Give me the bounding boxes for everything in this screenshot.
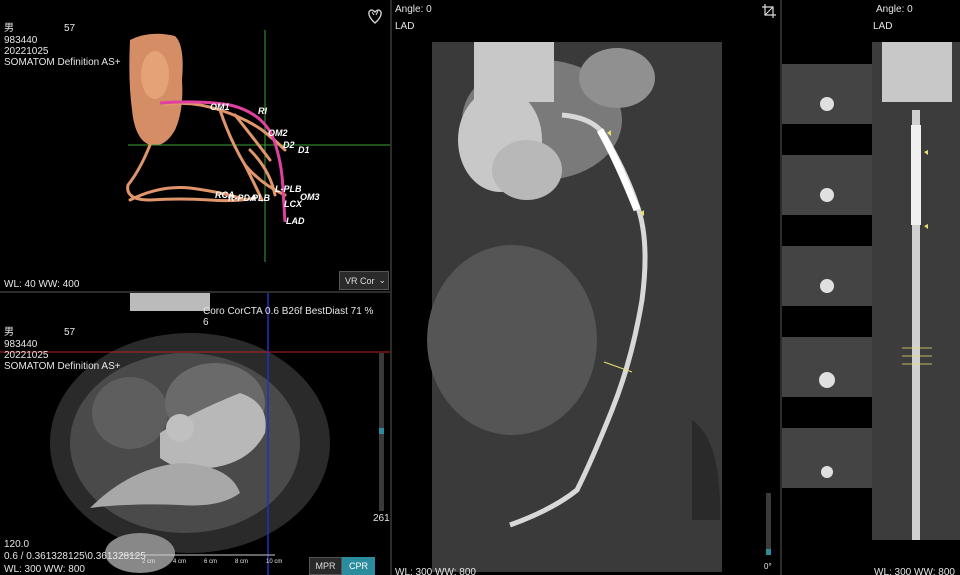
patient-id: 983440 [4, 339, 38, 350]
chevron-down-icon: ⌄ [378, 275, 387, 285]
rotation-slider[interactable] [766, 493, 771, 555]
cpr-button[interactable]: CPR [342, 557, 375, 575]
vr-mode-dropdown[interactable]: VR Cor ⌄ [339, 271, 389, 290]
patient-id: 983440 [4, 35, 38, 46]
window-level: WL: 40 WW: 400 [4, 279, 80, 290]
patient-sex: 男 [4, 23, 14, 34]
vr-viewport[interactable]: OM1 RI OM2 D2 D1 RCA R-PDA PLB L-PLB OM3… [0, 0, 390, 291]
vr-mode-label: VR Cor [345, 275, 375, 286]
angle-readout: Angle: 0 [395, 4, 432, 15]
scale-mark: 6 cm [204, 559, 218, 565]
vessel-name: LAD [395, 21, 415, 32]
crop-icon[interactable] [762, 4, 776, 18]
slider-value: 0° [764, 562, 772, 571]
label-plb-r: PLB [252, 193, 271, 203]
cross-section-strip [782, 42, 960, 540]
label-ri: RI [258, 106, 267, 116]
label-d1: D1 [298, 145, 310, 155]
scanner-model: SOMATOM Definition AS+ [4, 57, 121, 68]
label-lad: LAD [286, 216, 305, 226]
study-date: 20221025 [4, 350, 49, 361]
scale-mark: 2 cm [142, 559, 156, 565]
slider-thumb[interactable] [379, 428, 384, 434]
angle-readout: Angle: 0 [876, 4, 913, 15]
slider-value: 261 [373, 513, 390, 524]
label-plb-l: L-PLB [275, 184, 302, 194]
slider-thumb[interactable] [766, 549, 771, 555]
scale-mark: 4 cm [173, 559, 187, 565]
scale-mark: 10 cm [266, 559, 283, 565]
axial-image [0, 293, 390, 575]
label-d2: D2 [283, 140, 295, 150]
cpr-viewport[interactable]: Angle: 0 LAD WL: 300 WW: 800 0° [392, 0, 780, 575]
heart-icon[interactable] [365, 6, 385, 26]
protocol-info-2: 6 [203, 317, 209, 328]
straightened-viewport[interactable]: Angle: 0 LAD WL: 300 WW: 800 [782, 0, 960, 575]
window-level: WL: 300 WW: 800 [4, 564, 85, 575]
study-date: 20221025 [4, 46, 49, 57]
vessel-name: LAD [873, 21, 893, 32]
label-om1: OM1 [210, 102, 230, 112]
mpr-button[interactable]: MPR [309, 557, 342, 575]
patient-age: 57 [64, 23, 76, 34]
patient-sex: 男 [4, 327, 14, 338]
label-lcx: LCX [284, 199, 303, 209]
cpr-image [427, 42, 722, 572]
window-level: WL: 300 WW: 800 [395, 567, 476, 575]
scale-bar: 2 cm 4 cm 6 cm 8 cm 10 cm [142, 557, 282, 565]
axial-viewport[interactable]: 男 57 983440 20221025 SOMATOM Definition … [0, 293, 390, 575]
vr-rendering: OM1 RI OM2 D2 D1 RCA R-PDA PLB L-PLB OM3… [126, 30, 390, 262]
patient-age: 57 [64, 327, 76, 338]
label-om2: OM2 [268, 128, 288, 138]
window-level: WL: 300 WW: 800 [874, 567, 955, 575]
scanner-model: SOMATOM Definition AS+ [4, 361, 121, 372]
scale-mark: 8 cm [235, 559, 249, 565]
label-om3: OM3 [300, 192, 320, 202]
pixel-spacing: 0.6 / 0.361328125\0.361328125 [4, 551, 146, 562]
slice-slider[interactable] [379, 353, 384, 511]
slice-position: 120.0 [4, 539, 30, 550]
protocol-info: Coro CorCTA 0.6 B26f BestDiast 71 % [203, 306, 374, 317]
